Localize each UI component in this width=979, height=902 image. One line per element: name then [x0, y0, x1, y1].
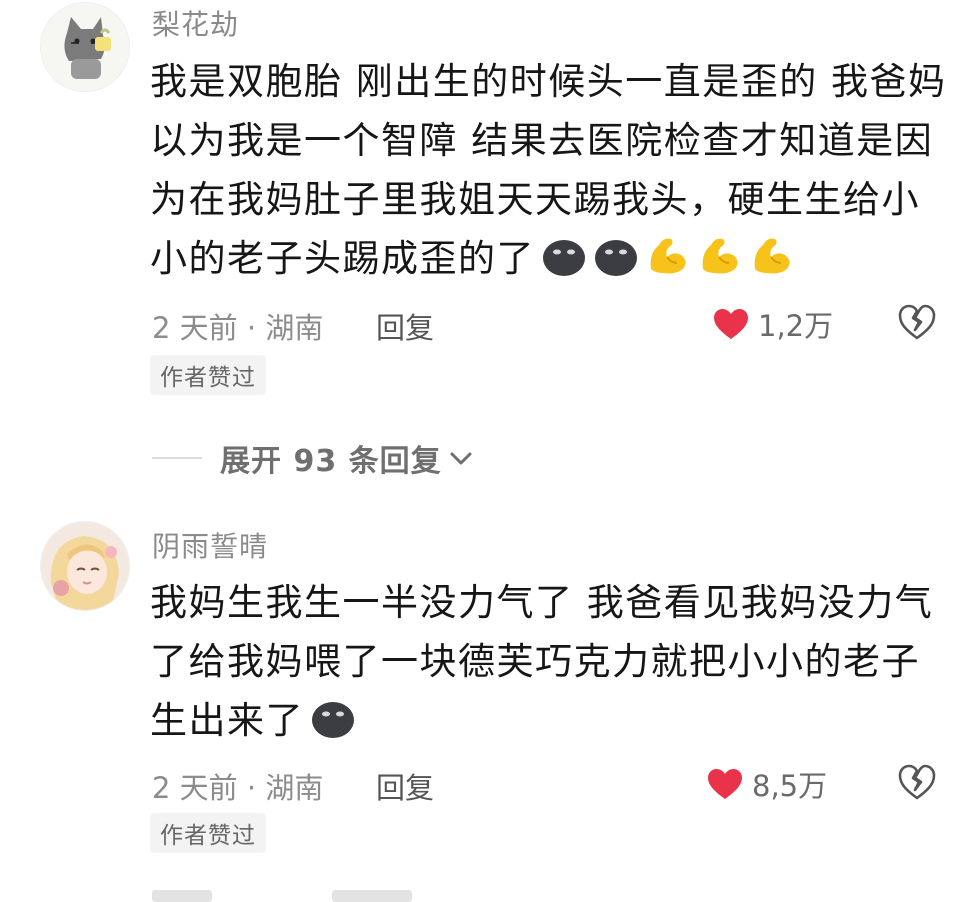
anime-girl-avatar-icon [41, 522, 129, 610]
reply-button[interactable]: 回复 [376, 305, 434, 347]
comment-item: 阴雨誓晴 我妈生我生一半没力气了 我爸看见我妈没力气 了给我妈喂了一块德芙巧克力… [0, 517, 979, 857]
comment-text-line: 以为我是一个智障 结果去医院检查才知道是因 [150, 119, 934, 162]
comment-text-line: 生出来了 [150, 699, 304, 742]
black-blob-emoji [310, 697, 356, 756]
expand-replies-label: 展开 93 条回复 [220, 444, 442, 479]
like-count: 8,5万 [752, 769, 828, 803]
dislike-button[interactable] [897, 763, 937, 805]
comment-meta: 2 天前 · 湖南 [152, 311, 324, 345]
comment-username[interactable]: 梨花劫 [152, 3, 239, 43]
chevron-down-icon [450, 452, 472, 465]
avatar[interactable] [40, 521, 130, 611]
like-count: 1,2万 [758, 309, 834, 343]
expand-replies-button[interactable]: 展开 93 条回复 [152, 436, 474, 480]
author-liked-badge: 作者赞过 [150, 813, 266, 853]
dislike-button[interactable] [897, 303, 937, 345]
comment-text-line: 我妈生我生一半没力气了 我爸看见我妈没力气 [150, 581, 934, 624]
broken-heart-icon [898, 304, 936, 340]
author-liked-badge: 作者赞过 [150, 355, 266, 395]
yellow-muscle-emoji [697, 233, 743, 294]
comment-text-line: 了给我妈喂了一块德芙巧克力就把小小的老子 [150, 640, 920, 683]
heart-icon [708, 769, 742, 799]
like-button[interactable]: 1,2万 [712, 303, 833, 345]
comment-text-line: 为在我妈肚子里我姐天天踢我头，硬生生给小 [150, 178, 920, 221]
comment-item: 梨花劫 我是双胞胎 刚出生的时候头一直是歪的 我爸妈 以为我是一个智障 结果去医… [0, 0, 979, 400]
comment-username[interactable]: 阴雨誓晴 [152, 525, 268, 565]
divider [152, 457, 202, 459]
cutoff-expand-replies [152, 890, 412, 902]
comment-text-line: 我是双胞胎 刚出生的时候头一直是歪的 我爸妈 [150, 60, 947, 103]
heart-icon [714, 309, 748, 339]
reply-button[interactable]: 回复 [376, 765, 434, 807]
comment-body: 我是双胞胎 刚出生的时候头一直是歪的 我爸妈 以为我是一个智障 结果去医院检查才… [150, 52, 947, 294]
avatar[interactable] [40, 2, 130, 92]
like-button[interactable]: 8,5万 [706, 763, 827, 805]
black-blob-emoji [541, 235, 587, 294]
black-blob-emoji [593, 235, 639, 294]
comment-meta: 2 天前 · 湖南 [152, 771, 324, 805]
broken-heart-icon [898, 764, 936, 800]
cat-avatar-icon [41, 3, 129, 91]
yellow-muscle-emoji [749, 233, 795, 294]
comment-body: 我妈生我生一半没力气了 我爸看见我妈没力气 了给我妈喂了一块德芙巧克力就把小小的… [150, 573, 940, 756]
comment-text-line: 小的老子头踢成歪的了 [150, 237, 535, 280]
yellow-muscle-emoji [645, 233, 691, 294]
